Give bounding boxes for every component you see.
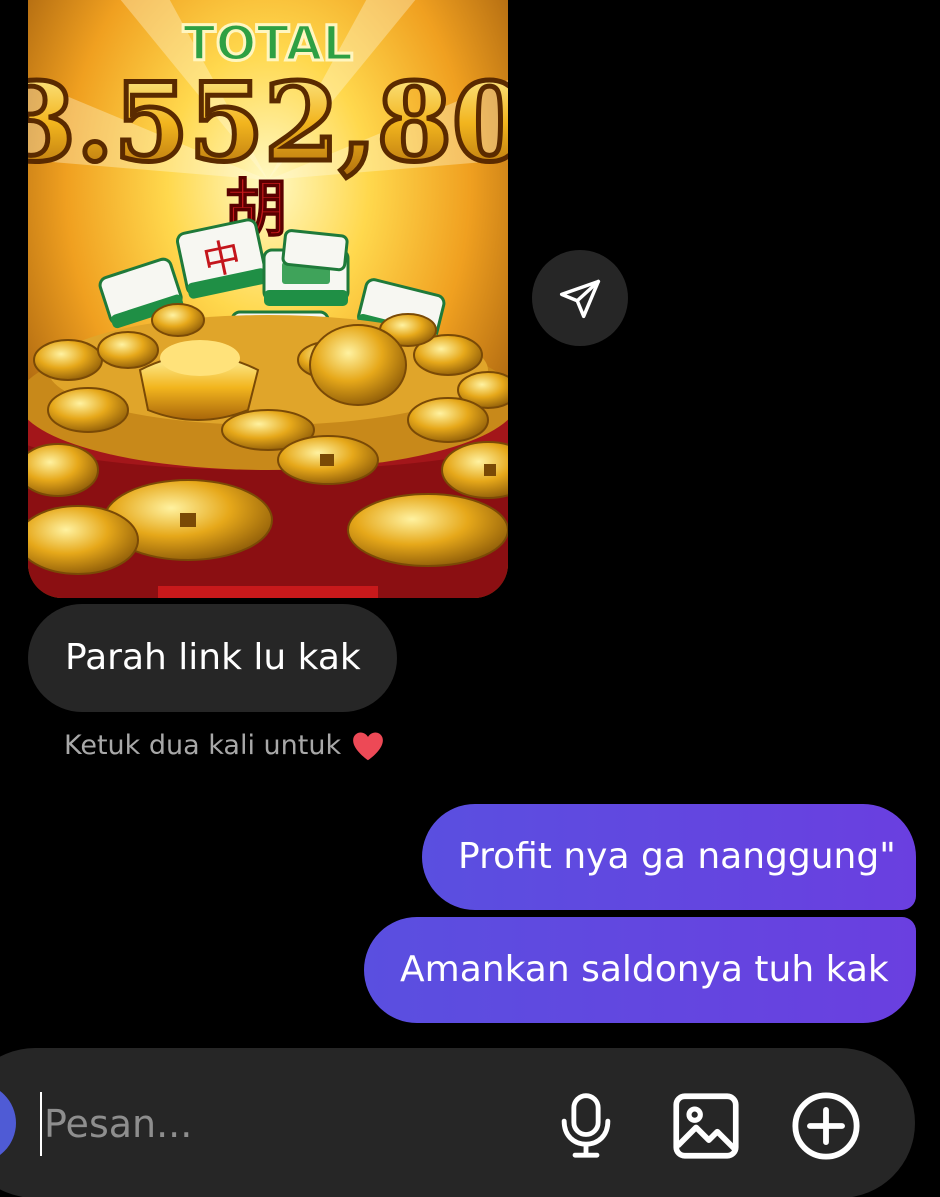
dm-thread: TOTAL 3.552,80 胡 中 Parah link lu kak Ket… — [0, 0, 940, 1197]
gallery-icon — [673, 1093, 739, 1159]
double-tap-hint-text: Ketuk dua kali untuk — [64, 730, 342, 761]
gallery-button[interactable] — [668, 1088, 744, 1164]
microphone-icon — [561, 1093, 611, 1158]
plus-circle-icon — [792, 1092, 860, 1160]
paper-plane-icon — [559, 279, 601, 319]
message-input[interactable] — [40, 1092, 524, 1156]
sent-message-text: Profit nya ga nanggung" — [458, 836, 896, 877]
win-amount-text: 3.552,80 — [28, 60, 508, 186]
sent-message-bubble[interactable]: Amankan saldonya tuh kak — [364, 917, 916, 1023]
microphone-button[interactable] — [548, 1088, 624, 1164]
heart-icon — [353, 732, 383, 761]
shared-image-message[interactable]: TOTAL 3.552,80 胡 中 — [28, 0, 508, 598]
sent-message-bubble[interactable]: Profit nya ga nanggung" — [422, 804, 916, 910]
slot-win-artwork: TOTAL 3.552,80 胡 中 — [28, 0, 508, 598]
double-tap-hint: Ketuk dua kali untuk — [64, 726, 385, 766]
received-message-bubble[interactable]: Parah link lu kak — [28, 604, 397, 712]
gold-coin-pile — [28, 303, 508, 575]
share-button[interactable] — [532, 250, 628, 346]
sent-message-text: Amankan saldonya tuh kak — [400, 949, 889, 990]
add-button[interactable] — [788, 1088, 864, 1164]
received-message-text: Parah link lu kak — [65, 637, 361, 678]
